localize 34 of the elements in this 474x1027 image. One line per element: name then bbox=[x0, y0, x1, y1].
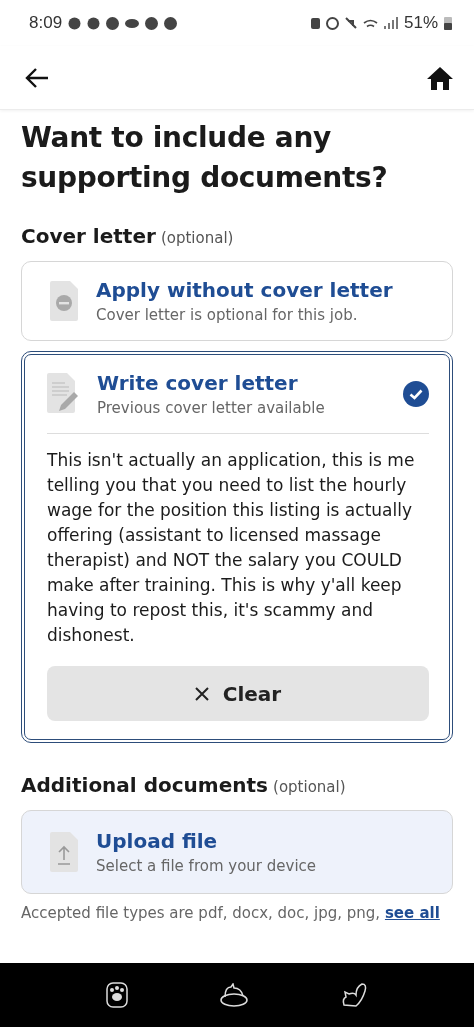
alarm-icon bbox=[325, 16, 339, 30]
option-subtitle: Previous cover letter available bbox=[97, 399, 326, 417]
close-icon bbox=[194, 686, 209, 701]
optional-label: (optional) bbox=[273, 778, 346, 796]
upload-icon bbox=[50, 832, 78, 872]
back-icon[interactable] bbox=[25, 66, 49, 89]
document-pencil-icon bbox=[47, 373, 79, 415]
optional-label: (optional) bbox=[160, 229, 234, 247]
accepted-types-text: Accepted file types are pdf, docx, doc, jpg, png, bbox=[21, 904, 381, 922]
wifi-icon bbox=[362, 18, 378, 28]
signal-icon bbox=[383, 17, 398, 29]
option-title: Apply without cover letter bbox=[96, 278, 394, 302]
battery-icon bbox=[444, 16, 452, 30]
cat-bed-icon[interactable] bbox=[219, 983, 249, 1007]
check-icon bbox=[403, 381, 429, 407]
option-card[interactable]: Apply without cover letter Cover letter is optional for this job. bbox=[21, 261, 453, 341]
option-title: Write cover letter bbox=[97, 371, 299, 395]
see-all-link[interactable]: see all bbox=[384, 904, 440, 922]
option-card[interactable] bbox=[21, 351, 453, 743]
document-minus-icon bbox=[50, 281, 78, 321]
cover-letter-text[interactable]: This isn't actually an application, this is me telling you that you need to list the hourly wage for the position this listing is actually offering (assistant to licensed massage therapist) and NOT the salary you COULD make after training. This is why y'all keep having to repost this, it's scammy and dishonest. bbox=[47, 448, 429, 648]
cat-icon[interactable] bbox=[340, 981, 369, 1009]
section-label: Cover letter bbox=[21, 224, 156, 248]
paw-icon[interactable] bbox=[105, 982, 128, 1008]
option-subtitle: Cover letter is optional for this job. bbox=[96, 306, 359, 324]
section-label: Additional documents bbox=[21, 773, 268, 797]
page-title: Want to include any supporting documents? bbox=[21, 120, 389, 196]
home-icon[interactable] bbox=[426, 65, 454, 90]
upload-card[interactable]: Upload file Select a file from your device bbox=[21, 810, 453, 894]
battery-percent: 51% bbox=[403, 13, 438, 33]
status-time: 8:09 bbox=[29, 13, 63, 33]
upload-title: Upload file bbox=[96, 829, 219, 853]
upload-subtitle: Select a file from your device bbox=[96, 857, 318, 875]
clear-button[interactable]: Clear bbox=[47, 666, 429, 721]
